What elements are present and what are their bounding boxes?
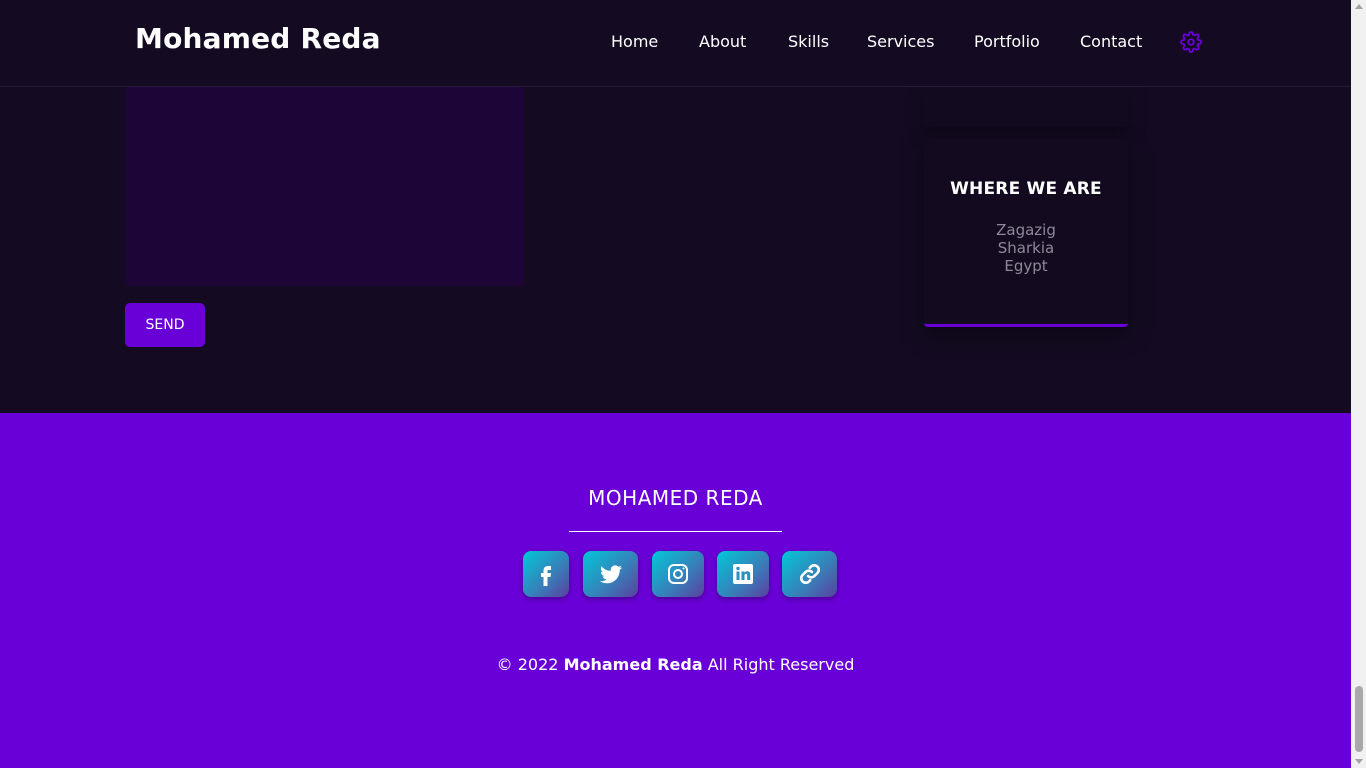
linkedin-icon[interactable] [717,551,769,597]
site-header: Mohamed Reda Home About Skills Services … [0,0,1351,87]
copyright-suffix: All Right Reserved [707,655,855,674]
instagram-icon[interactable] [652,551,704,597]
nav-skills[interactable]: Skills [788,32,829,51]
page-scrollbar[interactable] [1351,0,1366,768]
send-button[interactable]: SEND [125,303,205,347]
nav-about[interactable]: About [699,32,746,51]
copyright-name: Mohamed Reda [563,655,703,674]
facebook-icon[interactable] [523,551,569,597]
site-footer: MOHAMED REDA © 2022 Mohamed Reda All Rig… [0,413,1351,768]
twitter-icon[interactable] [583,551,638,597]
copyright-prefix: © 2022 [496,655,559,674]
footer-title: MOHAMED REDA [588,486,763,510]
contact-section: SEND WHERE WE ARE Zagazig Sharkia Egypt [0,87,1351,413]
page: Mohamed Reda Home About Skills Services … [0,0,1351,768]
location-region: Sharkia [997,239,1055,257]
footer-divider [569,531,782,532]
location-card-title: WHERE WE ARE [950,179,1102,199]
message-textarea[interactable] [125,87,524,286]
location-city: Zagazig [996,221,1056,239]
location-card: WHERE WE ARE Zagazig Sharkia Egypt [924,139,1128,327]
scroll-up-arrow-icon[interactable] [1355,4,1363,9]
nav-services[interactable]: Services [867,32,934,51]
location-country: Egypt [1004,257,1048,275]
nav-portfolio[interactable]: Portfolio [974,32,1040,51]
gear-icon[interactable] [1180,31,1202,53]
scroll-down-arrow-icon[interactable] [1355,759,1363,764]
brand-logo[interactable]: Mohamed Reda [135,22,381,55]
info-card-above [924,87,1128,127]
nav-contact[interactable]: Contact [1080,32,1142,51]
link-icon[interactable] [782,551,837,597]
copyright: © 2022 Mohamed Reda All Right Reserved [0,655,1351,674]
scrollbar-thumb[interactable] [1355,686,1363,752]
nav-home[interactable]: Home [611,32,658,51]
